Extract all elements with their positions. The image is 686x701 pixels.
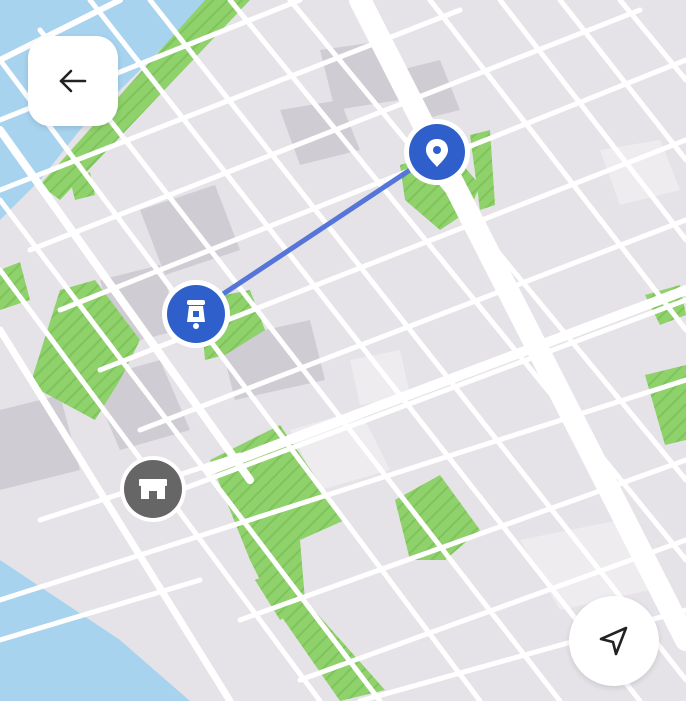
storefront-icon xyxy=(139,479,167,499)
scooter-marker[interactable] xyxy=(162,280,230,348)
navigation-arrow-icon xyxy=(599,626,628,656)
locate-me-button[interactable] xyxy=(569,596,659,686)
destination-pin-marker[interactable] xyxy=(404,119,470,185)
arrow-left-icon xyxy=(59,69,87,93)
store-marker[interactable] xyxy=(120,456,186,522)
back-button[interactable] xyxy=(28,36,118,126)
